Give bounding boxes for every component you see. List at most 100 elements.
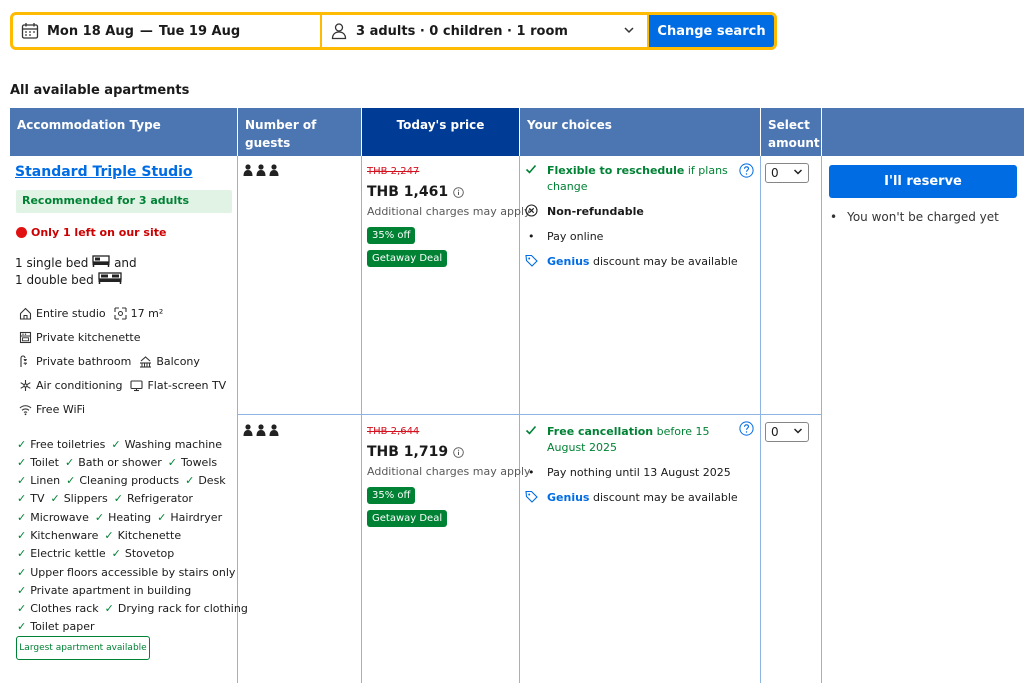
amenity-item: Bath or shower (65, 456, 162, 469)
section-title: All available apartments (10, 83, 190, 98)
double-bed-text: 1 double bed (15, 273, 94, 287)
chevron-down-icon (623, 24, 635, 40)
amenity-row: Toilet Bath or shower Towels (17, 456, 223, 469)
guests-selector[interactable]: 3 adults · 0 children · 1 room (322, 15, 647, 47)
facility-label: Balcony (156, 355, 200, 368)
genius-label: Genius (547, 255, 590, 268)
choice-non-refundable: Non-refundable (525, 204, 760, 220)
facility-label: Free WiFi (36, 403, 86, 416)
reserve-button[interactable]: I'll reserve (829, 165, 1017, 198)
help-icon[interactable] (739, 163, 754, 178)
checkmark-icon (525, 424, 547, 436)
amenity-item: Drying rack for clothing (105, 602, 248, 615)
choice-pay-nothing: Pay nothing until 13 August 2025 (525, 465, 760, 481)
largest-apartment-badge: Largest apartment available (16, 636, 150, 660)
choice-pay-online: Pay online (525, 229, 760, 245)
amount-select[interactable]: 0 (765, 163, 809, 183)
bullet (525, 465, 547, 481)
amenity-item: Toilet (17, 456, 59, 469)
header-your-choices: Your choices (520, 108, 760, 156)
shower-icon (20, 355, 27, 367)
price-block: THB 2,247 THB 1,461 Additional charges m… (367, 166, 531, 267)
amenity-item: Kitchenware (17, 529, 98, 542)
header-number-of-guests: Number of guests (238, 108, 361, 156)
discount-badge: 35% off (367, 227, 416, 244)
genius-label: Genius (547, 491, 590, 504)
amenity-item: Upper floors accessible by stairs only (17, 566, 235, 579)
amenity-item: Electric kettle (17, 547, 105, 560)
size-icon (114, 307, 127, 320)
amenity-row: Kitchenware Kitchenette (17, 529, 187, 542)
facility-label: Entire studio (36, 307, 106, 320)
amenity-item: Stovetop (112, 547, 174, 560)
price-value: THB 1,719 (367, 444, 449, 460)
facility-label: Air conditioning (36, 379, 123, 392)
amenity-item: Heating (95, 511, 151, 524)
facility-row: Private bathroom Balcony (19, 355, 208, 368)
facility-wifi: Free WiFi (19, 403, 85, 416)
amenity-item: Desk (185, 474, 225, 487)
balcony-icon (140, 356, 152, 368)
single-bed-icon (92, 255, 110, 272)
amenity-item: Towels (168, 456, 217, 469)
header-reserve (822, 108, 1024, 156)
additional-charges: Additional charges may apply (367, 465, 531, 478)
availability-table: Accommodation Type Number of guests Toda… (10, 108, 1024, 683)
date-from: Mon 18 Aug (47, 23, 134, 39)
amenity-row: Toilet paper (17, 620, 100, 633)
facility-balcony: Balcony (139, 355, 200, 368)
divider (821, 156, 822, 683)
urgency-text: Only 1 left on our site (31, 226, 167, 239)
amenity-row: Upper floors accessible by stairs only (17, 566, 241, 579)
chevron-down-icon (793, 166, 803, 180)
info-icon[interactable] (453, 186, 464, 198)
guest-count-icons (243, 164, 279, 180)
x-circle-icon (525, 204, 547, 217)
guests-summary: 3 adults · 0 children · 1 room (356, 23, 568, 39)
facility-row: Air conditioning Flat-screen TV (19, 379, 234, 392)
deal-badge: Getaway Deal (367, 510, 448, 527)
header-todays-price: Today's price (362, 108, 519, 156)
amenity-row: TV Slippers Refrigerator (17, 492, 199, 505)
amenity-item: Clothes rack (17, 602, 98, 615)
date-to: Tue 19 Aug (158, 23, 241, 39)
person-icon (243, 424, 279, 436)
checkmark-icon (525, 163, 547, 175)
choice-reschedule: Flexible to reschedule if plans change (525, 163, 760, 195)
recommended-badge: Recommended for 3 adults (16, 190, 232, 213)
choices-block: Flexible to reschedule if plans change N… (525, 163, 760, 279)
choice-detail: Pay nothing until 13 August 2025 (547, 466, 731, 479)
divider (238, 414, 821, 415)
not-charged-text: You won't be charged yet (847, 210, 999, 224)
facility-row: Free WiFi (19, 403, 93, 416)
genius-detail: discount may be available (592, 255, 738, 268)
additional-charges: Additional charges may apply (367, 205, 531, 218)
amenity-item: Linen (17, 474, 60, 487)
amenity-item: Toilet paper (17, 620, 94, 633)
price-value: THB 1,461 (367, 184, 449, 200)
help-icon[interactable] (739, 421, 754, 436)
amenity-item: Washing machine (111, 438, 222, 451)
double-bed-icon (97, 272, 122, 289)
home-icon (19, 307, 32, 320)
amenity-row: Free toiletries Washing machine (17, 438, 228, 451)
divider (760, 156, 761, 683)
kitchen-icon (19, 331, 32, 344)
bullet: • (830, 210, 838, 224)
change-search-button[interactable]: Change search (649, 15, 774, 47)
guest-count-icons (243, 424, 279, 440)
facility-tv: Flat-screen TV (130, 379, 226, 392)
single-bed-text: 1 single bed (15, 256, 89, 270)
room-name-link[interactable]: Standard Triple Studio (15, 164, 193, 180)
amount-select[interactable]: 0 (765, 422, 809, 442)
amenity-row: Electric kettle Stovetop (17, 547, 180, 560)
amenity-row: Linen Cleaning products Desk (17, 474, 232, 487)
facility-kitchenette: Private kitchenette (19, 331, 141, 344)
date-picker[interactable]: Mon 18 Aug — Tue 19 Aug (13, 15, 320, 47)
tv-icon (130, 380, 144, 392)
amenity-item: Cleaning products (66, 474, 179, 487)
facility-row: Private kitchenette (19, 331, 149, 344)
info-icon[interactable] (453, 446, 464, 458)
chevron-down-icon (793, 425, 803, 439)
amenity-item: Slippers (50, 492, 108, 505)
